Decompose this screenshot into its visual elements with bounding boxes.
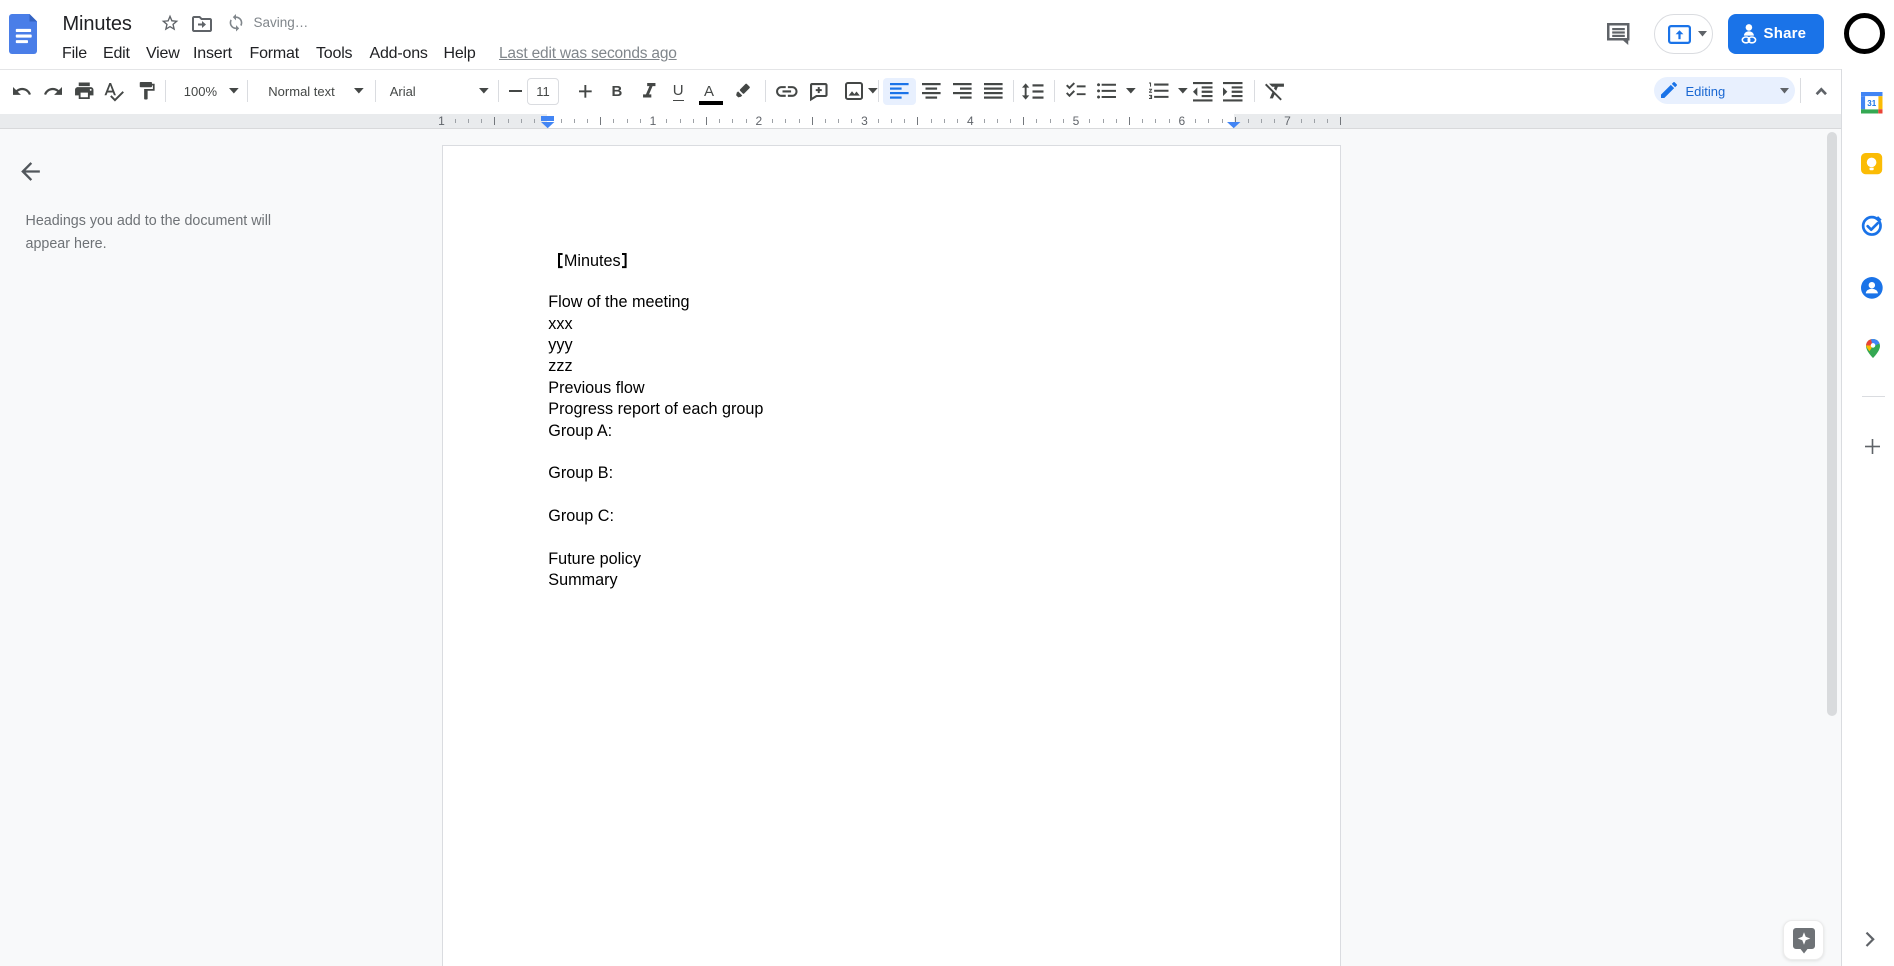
svg-text:31: 31 — [1867, 99, 1876, 108]
